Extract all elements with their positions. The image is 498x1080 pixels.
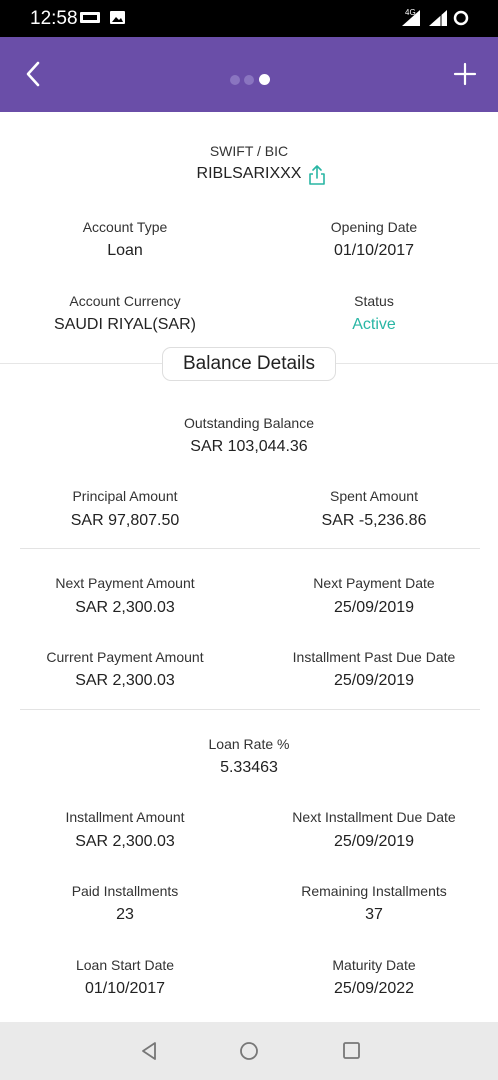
- add-icon[interactable]: [450, 59, 480, 89]
- next-installment-due-value: 25/09/2019: [333, 833, 415, 850]
- maturity-date-label: Maturity Date: [332, 957, 416, 973]
- nav-recent-apps-icon[interactable]: [342, 1041, 361, 1060]
- signal-2-icon: [429, 10, 447, 26]
- account-type-label: Account Type: [82, 219, 168, 235]
- row-divider: [20, 548, 480, 549]
- page-dot-active[interactable]: [259, 74, 270, 85]
- page-dot[interactable]: [230, 75, 240, 85]
- account-currency-value: SAUDI RIYAL(SAR): [54, 316, 196, 333]
- current-payment-amount-value: SAR 2,300.03: [75, 672, 175, 689]
- row-divider: [20, 709, 480, 710]
- system-nav-bar: [0, 1022, 498, 1080]
- status-label: Status: [354, 293, 394, 309]
- account-details-panel: SWIFT / BIC RIBLSARIXXX Account Type Loa…: [0, 112, 498, 1022]
- balance-details-heading: Balance Details: [162, 347, 336, 381]
- spent-amount-label: Spent Amount: [330, 488, 418, 504]
- account-currency-label: Account Currency: [69, 293, 181, 309]
- loan-start-date-label: Loan Start Date: [75, 957, 175, 973]
- swift-value: RIBLSARIXXX: [196, 165, 302, 182]
- loan-start-date-value: 01/10/2017: [84, 980, 166, 997]
- outstanding-balance-label: Outstanding Balance: [184, 415, 314, 431]
- installment-amount-label: Installment Amount: [65, 809, 185, 825]
- next-payment-amount-value: SAR 2,300.03: [75, 599, 175, 616]
- gallery-icon: [110, 11, 125, 24]
- remaining-installments-label: Remaining Installments: [301, 883, 447, 899]
- spent-amount-value: SAR -5,236.86: [321, 512, 427, 529]
- maturity-date-value: 25/09/2022: [333, 980, 415, 997]
- principal-amount-label: Principal Amount: [72, 488, 178, 504]
- current-payment-amount-label: Current Payment Amount: [46, 649, 204, 665]
- opening-date-value: 01/10/2017: [333, 242, 415, 259]
- installment-past-due-label: Installment Past Due Date: [292, 649, 456, 665]
- battery-ring-icon: [453, 10, 469, 26]
- notification-icon: [80, 12, 100, 23]
- status-value: Active: [352, 316, 396, 333]
- status-bar: 12:58 4G: [0, 0, 498, 37]
- paid-installments-label: Paid Installments: [71, 883, 179, 899]
- account-type-value: Loan: [107, 242, 143, 259]
- next-payment-date-label: Next Payment Date: [313, 575, 435, 591]
- installment-amount-value: SAR 2,300.03: [75, 833, 175, 850]
- share-icon[interactable]: [308, 164, 326, 186]
- outstanding-balance-value: SAR 103,044.36: [190, 438, 308, 455]
- loan-rate-label: Loan Rate %: [208, 736, 290, 752]
- loan-rate-value: 5.33463: [220, 759, 278, 776]
- next-payment-date-value: 25/09/2019: [333, 599, 415, 616]
- next-payment-amount-label: Next Payment Amount: [55, 575, 195, 591]
- nav-home-icon[interactable]: [238, 1040, 260, 1062]
- paid-installments-value: 23: [116, 906, 134, 923]
- opening-date-label: Opening Date: [330, 219, 418, 235]
- page-dot[interactable]: [244, 75, 254, 85]
- back-arrow-icon[interactable]: [18, 57, 52, 91]
- next-installment-due-label: Next Installment Due Date: [292, 809, 456, 825]
- signal-icon: [402, 10, 420, 26]
- swift-label: SWIFT / BIC: [209, 143, 289, 159]
- remaining-installments-value: 37: [365, 906, 383, 923]
- status-time: 12:58: [30, 8, 78, 29]
- nav-back-icon[interactable]: [138, 1040, 160, 1062]
- principal-amount-value: SAR 97,807.50: [70, 512, 180, 529]
- installment-past-due-value: 25/09/2019: [333, 672, 415, 689]
- app-bar: [0, 37, 498, 112]
